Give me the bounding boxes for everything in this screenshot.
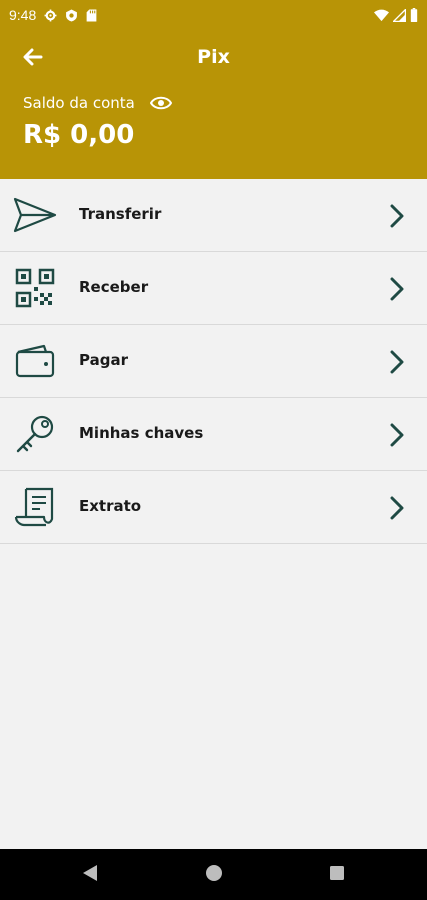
wifi-icon bbox=[374, 9, 389, 22]
menu-item-label: Pagar bbox=[79, 351, 128, 369]
key-icon bbox=[12, 412, 58, 456]
menu-item-extrato[interactable]: Extrato bbox=[0, 471, 427, 544]
chevron-right-icon bbox=[384, 347, 410, 377]
signal-icon bbox=[393, 8, 406, 22]
system-nav-bar bbox=[0, 849, 427, 900]
balance-value: R$ 0,00 bbox=[23, 120, 135, 150]
home-circle-icon bbox=[205, 864, 223, 886]
status-left: 9:48 bbox=[9, 7, 97, 23]
nav-home-button[interactable] bbox=[204, 865, 224, 885]
nav-recents-button[interactable] bbox=[327, 865, 347, 885]
battery-icon bbox=[410, 8, 418, 22]
receipt-icon bbox=[12, 485, 58, 529]
qr-code-icon bbox=[12, 266, 58, 310]
menu-item-label: Minhas chaves bbox=[79, 424, 204, 442]
status-time: 9:48 bbox=[9, 7, 37, 23]
menu-item-receber[interactable]: Receber bbox=[0, 252, 427, 325]
recents-square-icon bbox=[329, 865, 345, 885]
back-triangle-icon bbox=[82, 864, 98, 886]
menu-item-transferir[interactable]: Transferir bbox=[0, 179, 427, 252]
menu-item-label: Transferir bbox=[79, 205, 162, 223]
settings-icon bbox=[44, 9, 57, 22]
chevron-right-icon bbox=[384, 420, 410, 450]
chevron-right-icon bbox=[384, 274, 410, 304]
shield-icon bbox=[65, 9, 78, 22]
pix-menu: Transferir Receber Pagar Minhas chaves E… bbox=[0, 179, 427, 544]
toggle-balance-visibility-button[interactable] bbox=[149, 94, 173, 114]
pix-header: Pix Saldo da conta R$ 0,00 bbox=[0, 30, 427, 179]
send-icon bbox=[12, 193, 58, 237]
chevron-right-icon bbox=[384, 201, 410, 231]
menu-item-pagar[interactable]: Pagar bbox=[0, 325, 427, 398]
wallet-icon bbox=[12, 339, 58, 383]
menu-item-minhas-chaves[interactable]: Minhas chaves bbox=[0, 398, 427, 471]
sd-card-icon bbox=[86, 9, 97, 22]
status-bar: 9:48 bbox=[0, 0, 427, 30]
nav-back-button[interactable] bbox=[80, 865, 100, 885]
menu-item-label: Extrato bbox=[79, 497, 142, 515]
pix-screen: 9:48 Pix Saldo da conta R$ 0,00 Transfer… bbox=[0, 0, 427, 900]
status-right bbox=[374, 8, 418, 22]
balance-label: Saldo da conta bbox=[23, 94, 135, 112]
eye-icon bbox=[149, 95, 173, 114]
chevron-right-icon bbox=[384, 493, 410, 523]
page-title: Pix bbox=[197, 46, 230, 68]
menu-item-label: Receber bbox=[79, 278, 149, 296]
